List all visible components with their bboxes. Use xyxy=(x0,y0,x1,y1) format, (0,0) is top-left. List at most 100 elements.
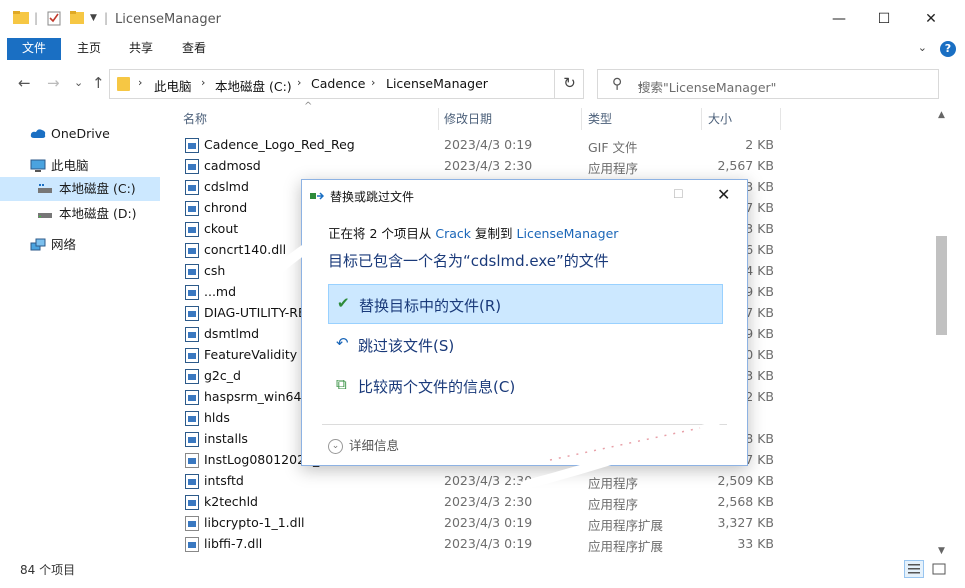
sidebar-item-label: 网络 xyxy=(51,237,77,252)
customize-toolbar-icon[interactable]: ▼ xyxy=(90,13,97,23)
scrollbar-thumb[interactable] xyxy=(936,236,947,335)
file-type: 应用程序 xyxy=(588,476,639,491)
source-folder-link[interactable]: Crack xyxy=(435,226,471,241)
sidebar-item-network[interactable]: 网络 xyxy=(0,233,160,257)
dialog-close-button[interactable]: ✕ xyxy=(717,185,730,204)
large-icons-view-button[interactable] xyxy=(929,560,949,578)
file-name: chrond xyxy=(204,200,248,215)
file-icon xyxy=(185,348,199,363)
checkmark-icon: ✔ xyxy=(337,294,350,312)
divider xyxy=(322,424,727,425)
file-row[interactable]: Cadence_Logo_Red_Reg 2023/4/3 0:19 GIF 文件 2… xyxy=(176,135,776,156)
breadcrumb-cadence[interactable]: Cadence xyxy=(311,76,366,91)
file-type: 应用程序扩展 xyxy=(588,539,664,554)
column-header-type[interactable]: 类型 xyxy=(588,108,612,130)
dialog-maximize-button: ☐ xyxy=(673,187,684,201)
sidebar-item-drive-c[interactable]: 本地磁盘 (C:) xyxy=(0,177,160,201)
sidebar-item-drive-d[interactable]: 本地磁盘 (D:) xyxy=(0,202,160,226)
breadcrumb-separator[interactable]: › xyxy=(201,76,205,89)
file-name: hlds xyxy=(204,410,230,425)
column-divider[interactable] xyxy=(581,108,582,130)
file-name: ...md xyxy=(204,284,237,299)
file-name: DIAG-UTILITY-RE xyxy=(204,305,306,320)
compare-files-icon: ⧉ xyxy=(336,375,347,393)
scroll-up-icon[interactable]: ▲ xyxy=(938,110,945,120)
breadcrumb-separator[interactable]: › xyxy=(297,76,301,89)
scroll-down-icon[interactable]: ▼ xyxy=(938,546,945,556)
collapse-ribbon-icon[interactable]: ⌄ xyxy=(918,41,927,54)
copy-progress-icon xyxy=(310,192,324,200)
tab-share[interactable]: 共享 xyxy=(121,38,161,60)
more-details-toggle[interactable]: ⌄ 详细信息 xyxy=(328,435,399,454)
file-date: 2023/4/3 2:30 xyxy=(444,473,533,488)
column-header-size[interactable]: 大小 xyxy=(708,108,732,130)
details-view-button[interactable] xyxy=(904,560,924,578)
sidebar-item-onedrive[interactable]: OneDrive xyxy=(0,122,160,146)
column-header-name[interactable]: 名称 xyxy=(183,108,207,130)
file-icon xyxy=(185,138,199,153)
sidebar-item-this-pc[interactable]: 此电脑 xyxy=(0,154,160,178)
breadcrumb-licensemanager[interactable]: LicenseManager xyxy=(386,76,488,91)
file-icon xyxy=(185,201,199,216)
tab-view[interactable]: 查看 xyxy=(174,38,214,60)
file-name: FeatureValidity xyxy=(204,347,298,362)
copy-prefix-text: 正在将 2 个项目从 xyxy=(328,226,432,241)
file-type: 应用程序 xyxy=(588,497,639,512)
destination-folder-link[interactable]: LicenseManager xyxy=(517,226,619,241)
breadcrumb-drive-c[interactable]: 本地磁盘 (C:) xyxy=(215,76,292,95)
file-name: intsftd xyxy=(204,473,244,488)
file-row[interactable]: k2techld 2023/4/3 2:30 应用程序 2,568 KB xyxy=(176,492,776,513)
column-divider[interactable] xyxy=(438,108,439,130)
file-row[interactable]: libcrypto-1_1.dll 2023/4/3 0:19 应用程序扩展 3,32… xyxy=(176,513,776,534)
new-folder-icon[interactable] xyxy=(70,11,84,24)
file-size: 3,327 KB xyxy=(717,515,774,530)
file-row[interactable]: intsftd 2023/4/3 2:30 应用程序 2,509 KB xyxy=(176,471,776,492)
forward-icon[interactable]: → xyxy=(47,74,60,92)
expand-chevron-icon: ⌄ xyxy=(328,439,343,454)
file-name: k2techld xyxy=(204,494,258,509)
minimize-button[interactable]: — xyxy=(816,0,862,38)
option-label: 比较两个文件的信息(C) xyxy=(358,378,516,396)
skip-file-option[interactable]: ↶ 跳过该文件(S) xyxy=(328,325,723,365)
address-bar[interactable]: › 此电脑 › 本地磁盘 (C:) › Cadence › LicenseMan… xyxy=(109,69,644,99)
sort-ascending-icon: ^ xyxy=(304,101,313,112)
help-icon[interactable]: ? xyxy=(940,41,956,57)
column-divider[interactable] xyxy=(701,108,702,130)
column-divider[interactable] xyxy=(780,108,781,130)
close-button[interactable]: ✕ xyxy=(908,0,954,38)
compare-files-option[interactable]: ⧉ 比较两个文件的信息(C) xyxy=(328,366,723,406)
file-name: csh xyxy=(204,263,226,278)
vertical-scrollbar[interactable]: ▲ ▼ xyxy=(933,108,950,558)
file-size: 2 KB xyxy=(745,137,774,152)
file-name: Cadence_Logo_Red_Reg xyxy=(204,137,355,152)
copy-description: 正在将 2 个项目从 Crack 复制到 LicenseManager xyxy=(328,223,618,242)
breadcrumb-this-pc[interactable]: 此电脑 xyxy=(154,76,192,95)
tab-home[interactable]: 主页 xyxy=(69,38,109,60)
refresh-button[interactable]: ↻ xyxy=(554,69,584,99)
copy-middle-text: 复制到 xyxy=(475,226,513,241)
maximize-button[interactable]: ☐ xyxy=(861,0,907,38)
large-icons-view-icon xyxy=(932,563,946,575)
breadcrumb-separator[interactable]: › xyxy=(371,76,375,89)
replace-file-option[interactable]: ✔ 替换目标中的文件(R) xyxy=(328,284,723,324)
tab-file[interactable]: 文件 xyxy=(7,38,61,60)
recent-locations-icon[interactable]: ⌄ xyxy=(74,76,83,89)
skip-arrow-icon: ↶ xyxy=(336,334,349,352)
properties-icon[interactable] xyxy=(47,11,61,26)
file-row[interactable]: libffi-7.dll 2023/4/3 0:19 应用程序扩展 33 KB xyxy=(176,534,776,555)
search-input[interactable]: 搜索"LicenseManager" xyxy=(638,77,776,96)
column-header-date[interactable]: 修改日期 xyxy=(444,108,492,130)
file-date: 2023/4/3 2:30 xyxy=(444,158,533,173)
back-icon[interactable]: ← xyxy=(18,74,31,92)
file-icon xyxy=(185,243,199,258)
file-name: libcrypto-1_1.dll xyxy=(204,515,305,530)
search-box[interactable]: ⚲ 搜索"LicenseManager" xyxy=(597,69,939,99)
breadcrumb-separator[interactable]: › xyxy=(138,76,142,89)
drive-icon xyxy=(38,184,52,193)
computer-icon xyxy=(30,159,46,172)
file-icon xyxy=(185,180,199,195)
file-row[interactable]: cadmosd 2023/4/3 2:30 应用程序 2,567 KB xyxy=(176,156,776,177)
up-icon[interactable]: ↑ xyxy=(92,74,105,92)
dialog-title: 替换或跳过文件 xyxy=(330,190,415,204)
navigation-pane: OneDrive 此电脑 本地磁盘 (C:) 本地磁盘 (D:) 网络 xyxy=(0,108,163,558)
